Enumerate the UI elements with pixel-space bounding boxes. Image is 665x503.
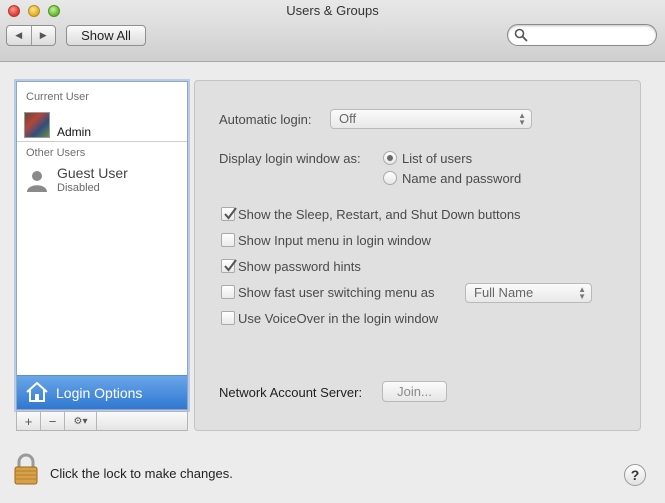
fast-switch-value: Full Name: [474, 285, 534, 300]
show-all-button[interactable]: Show All: [66, 25, 146, 46]
window-toolbar: Users & Groups ◀ ▶ Show All: [0, 0, 665, 62]
popup-arrows-icon: ▲ ▼: [518, 111, 526, 127]
display-login-label: Display login window as:: [219, 151, 361, 166]
checkmark-icon: [224, 259, 237, 272]
current-user-header: Current User: [26, 91, 89, 103]
user-avatar: [24, 112, 50, 138]
login-options-label: Login Options: [56, 385, 143, 401]
guest-user-name: Guest User: [57, 165, 128, 181]
checkbox-password-hints-label: Show password hints: [238, 259, 361, 274]
guest-user-status: Disabled: [57, 182, 100, 194]
search-icon: [514, 28, 528, 42]
automatic-login-value: Off: [339, 111, 357, 126]
popup-arrows-icon: ▲ ▼: [578, 285, 586, 301]
checkbox-fast-user-switching-label: Show fast user switching menu as: [238, 285, 435, 300]
automatic-login-popup[interactable]: Off ▲ ▼: [330, 109, 532, 129]
sidebar-item-admin[interactable]: Admin: [17, 106, 187, 142]
radio-list-of-users-label: List of users: [402, 151, 473, 166]
search-field[interactable]: [507, 24, 657, 46]
back-button[interactable]: ◀: [7, 26, 31, 45]
lock-message: Click the lock to make changes.: [50, 466, 233, 481]
help-button[interactable]: ?: [624, 464, 646, 486]
gear-icon: ⚙▾: [73, 415, 88, 427]
admin-user-name: Admin: [57, 125, 92, 139]
forward-button[interactable]: ▶: [30, 26, 56, 45]
add-user-button[interactable]: +: [17, 412, 41, 430]
sidebar-item-guest[interactable]: Guest User Disabled: [17, 162, 187, 198]
checkbox-voiceover[interactable]: [221, 311, 235, 325]
automatic-login-label: Automatic login:: [219, 112, 312, 127]
checkbox-sleep-restart-shutdown[interactable]: [221, 207, 237, 221]
join-button[interactable]: Join...: [382, 381, 447, 402]
checkbox-input-menu-label: Show Input menu in login window: [238, 233, 431, 248]
users-sidebar: Current User Admin Other Users Guest Use…: [16, 81, 188, 410]
back-arrow-icon: ◀: [15, 30, 23, 40]
guest-user-icon: [27, 171, 47, 192]
sidebar-toolbar: + − ⚙▾: [16, 411, 188, 431]
login-options-panel: [194, 80, 641, 431]
radio-list-of-users[interactable]: [383, 151, 397, 165]
checkbox-voiceover-label: Use VoiceOver in the login window: [238, 311, 439, 326]
search-input[interactable]: [530, 27, 650, 43]
radio-name-and-password[interactable]: [383, 171, 397, 185]
action-menu-button[interactable]: ⚙▾: [65, 412, 97, 430]
checkbox-fast-user-switching[interactable]: [221, 285, 235, 299]
remove-user-button[interactable]: −: [41, 412, 65, 430]
checkmark-icon: [224, 207, 237, 220]
window-title: Users & Groups: [286, 3, 379, 18]
back-forward-control: ◀ ▶: [6, 25, 56, 46]
house-icon: [26, 382, 48, 402]
checkbox-sleep-restart-shutdown-label: Show the Sleep, Restart, and Shut Down b…: [238, 207, 521, 222]
plus-icon: +: [24, 413, 33, 429]
checkbox-input-menu[interactable]: [221, 233, 235, 247]
minus-icon: −: [48, 413, 57, 429]
fast-switch-popup[interactable]: Full Name ▲ ▼: [465, 283, 592, 303]
forward-arrow-icon: ▶: [39, 30, 47, 40]
network-server-label: Network Account Server:: [219, 385, 363, 400]
lock-icon[interactable]: [13, 453, 39, 485]
radio-name-and-password-label: Name and password: [402, 171, 522, 186]
checkbox-password-hints[interactable]: [221, 259, 237, 273]
sidebar-divider: [17, 141, 187, 142]
other-users-header: Other Users: [26, 147, 86, 159]
sidebar-item-login-options[interactable]: Login Options: [17, 375, 187, 409]
